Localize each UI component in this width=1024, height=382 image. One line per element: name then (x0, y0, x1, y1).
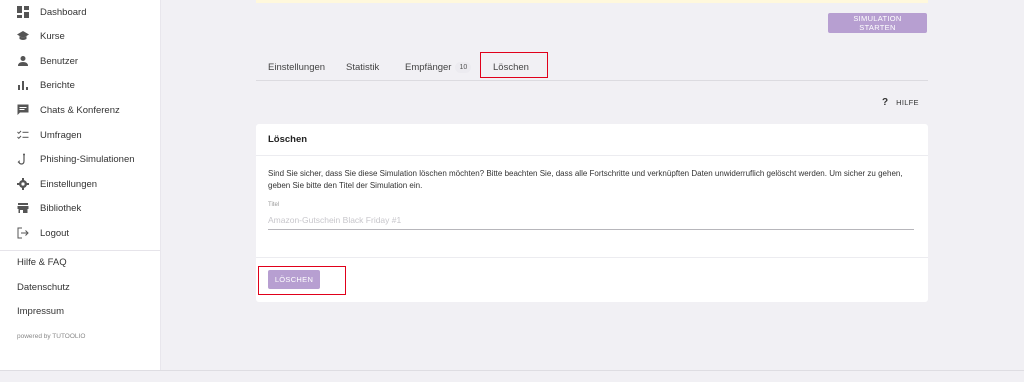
link-impressum[interactable]: Impressum (17, 306, 64, 317)
sidebar-item-einstellungen[interactable]: Einstellungen (0, 173, 160, 195)
bar-chart-icon (16, 78, 30, 92)
card-description: Sind Sie sicher, dass Sie diese Simulati… (268, 169, 903, 190)
gear-icon (16, 177, 30, 191)
tab-label: Empfänger (405, 62, 452, 73)
sidebar-item-label: Kurse (40, 30, 65, 42)
link-hilfe-faq[interactable]: Hilfe & FAQ (17, 257, 67, 268)
sidebar-divider (0, 250, 160, 251)
logout-icon (16, 226, 30, 240)
card-title: Löschen (268, 134, 308, 145)
sidebar-item-dashboard[interactable]: Dashboard (0, 1, 160, 23)
card-divider (256, 257, 928, 258)
link-datenschutz[interactable]: Datenschutz (17, 282, 70, 293)
sidebar-item-label: Einstellungen (40, 178, 98, 190)
help-label: HILFE (896, 98, 919, 107)
checklist-icon (16, 128, 30, 142)
help-icon: ? (882, 97, 889, 108)
fishhook-icon (16, 152, 30, 166)
sidebar-item-label: Benutzer (40, 55, 79, 67)
powered-by-label: powered by TUTOOLIO (17, 333, 86, 340)
sidebar-item-label: Phishing-Simulationen (40, 153, 135, 165)
title-input[interactable] (268, 211, 914, 230)
sidebar: Dashboard Kurse Benutzer Berichte Chats … (0, 0, 161, 370)
sidebar-item-chats[interactable]: Chats & Konferenz (0, 99, 160, 121)
help-button[interactable]: ? HILFE (882, 97, 919, 108)
chat-icon (16, 103, 30, 117)
sidebar-item-phishing[interactable]: Phishing-Simulationen (0, 148, 160, 170)
sidebar-item-label: Umfragen (40, 129, 82, 141)
tab-statistik[interactable]: Statistik (346, 55, 379, 80)
sidebar-item-umfragen[interactable]: Umfragen (0, 124, 160, 146)
tab-empfaenger[interactable]: Empfänger 10 (405, 55, 472, 80)
store-icon (16, 201, 30, 215)
tab-einstellungen[interactable]: Einstellungen (268, 55, 325, 80)
bottom-border (0, 370, 1024, 371)
sidebar-item-label: Berichte (40, 79, 75, 91)
user-icon (16, 54, 30, 68)
count-badge: 10 (455, 62, 472, 73)
delete-card: Löschen Sind Sie sicher, dass Sie diese … (256, 124, 928, 302)
tab-bar: Einstellungen Statistik Empfänger 10 Lös… (256, 55, 928, 81)
sidebar-item-label: Dashboard (40, 6, 87, 18)
start-simulation-button[interactable]: SIMULATION STARTEN (828, 13, 927, 33)
highlight-box-delete (258, 266, 346, 295)
sidebar-item-kurse[interactable]: Kurse (0, 25, 160, 47)
sidebar-item-benutzer[interactable]: Benutzer (0, 50, 160, 72)
title-field-label: Titel (268, 202, 280, 208)
tab-label: Einstellungen (268, 62, 326, 73)
sidebar-item-label: Chats & Konferenz (40, 104, 120, 116)
sidebar-item-bibliothek[interactable]: Bibliothek (0, 197, 160, 219)
notice-strip (256, 0, 928, 3)
tab-label: Statistik (346, 62, 380, 73)
sidebar-item-label: Logout (40, 227, 70, 239)
highlight-box-tab (480, 52, 548, 78)
sidebar-item-label: Bibliothek (40, 202, 82, 214)
card-header: Löschen (256, 124, 928, 156)
sidebar-item-berichte[interactable]: Berichte (0, 74, 160, 96)
graduation-cap-icon (16, 29, 30, 43)
sidebar-item-logout[interactable]: Logout (0, 222, 160, 244)
dashboard-icon (16, 5, 30, 19)
